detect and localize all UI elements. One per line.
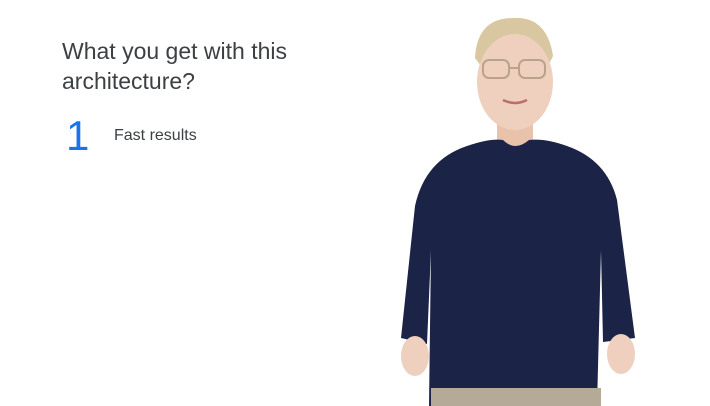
presenter-image (401, 17, 635, 406)
video-frame: What you get with this architecture? 1 F… (0, 0, 710, 406)
key-point-1: 1 Fast results (66, 114, 197, 158)
presenter-waist (431, 388, 601, 406)
presenter-left-hand (401, 336, 429, 376)
key-point-text: Fast results (114, 127, 197, 144)
slide-title: What you get with this architecture? (62, 38, 287, 94)
presenter-face (477, 34, 553, 130)
presenter-right-hand (607, 334, 635, 374)
presenter-sweater (401, 139, 635, 406)
key-point-number: 1 (66, 112, 90, 159)
